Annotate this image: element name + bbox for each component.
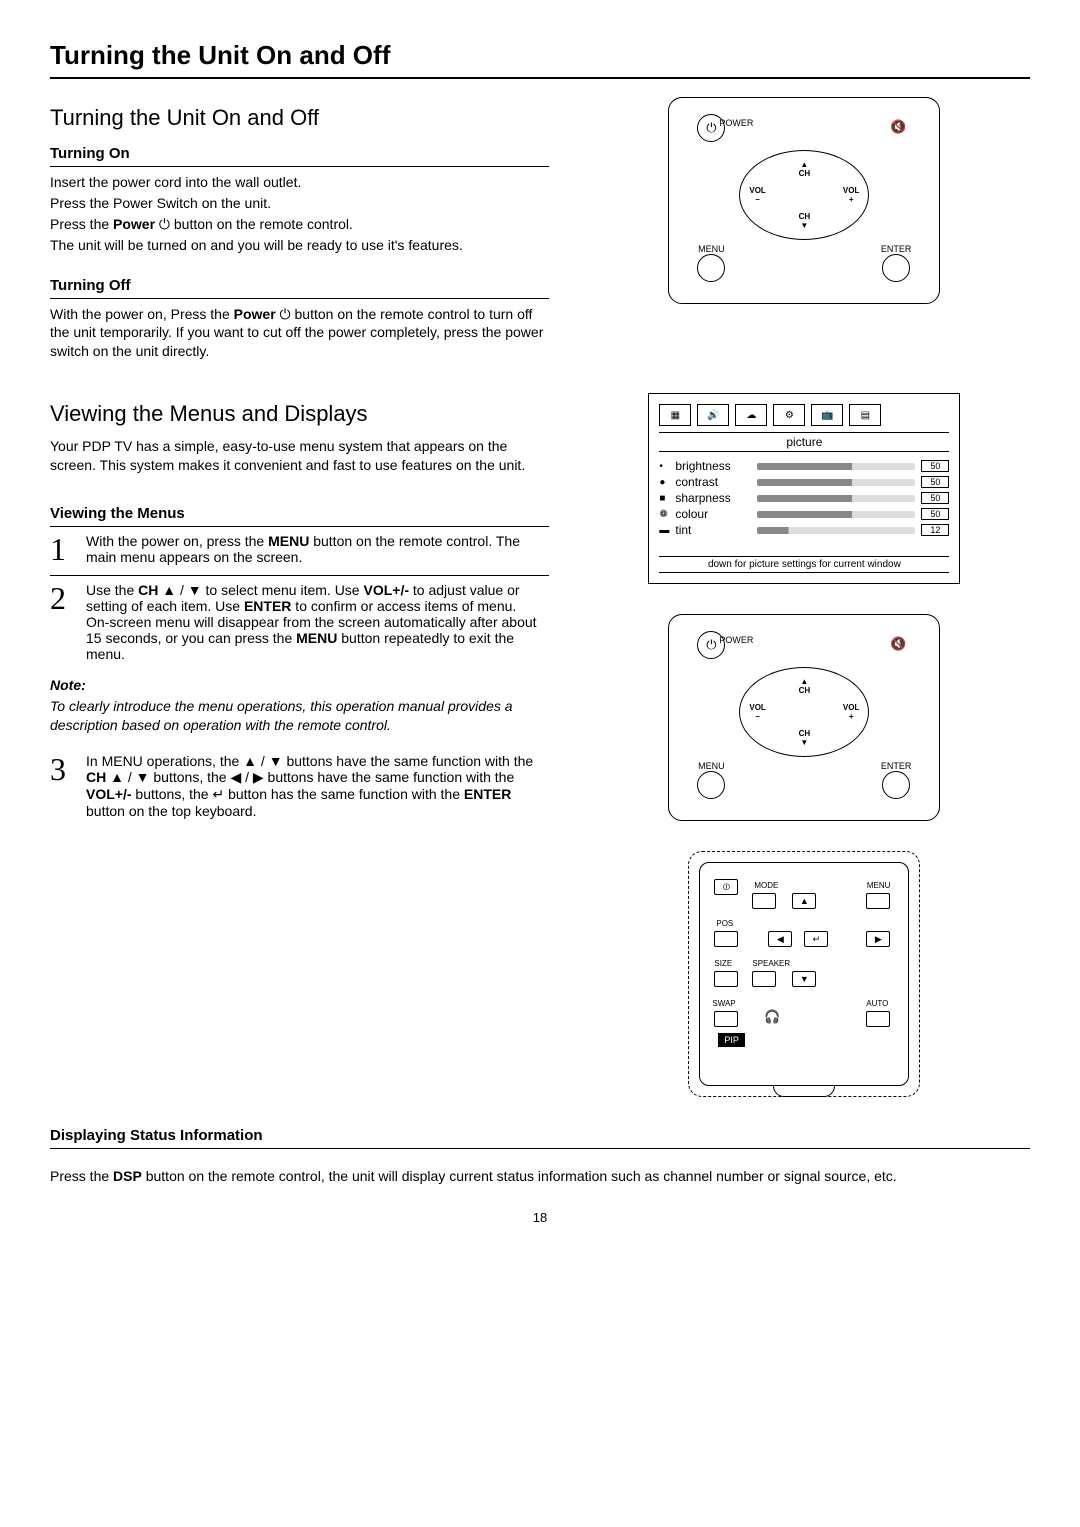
step-3: 3 In MENU operations, the ▲ / ▼ buttons … (50, 753, 549, 819)
note-body: To clearly introduce the menu operations… (50, 697, 549, 735)
kbd-pos-label: POS (716, 919, 733, 928)
osd-row: ❁colour50 (659, 506, 949, 522)
kbd-pip-label: PIP (718, 1033, 745, 1047)
enter-icon (882, 254, 910, 282)
top-keyboard-diagram: ⏼ MODE MENU ▲ POS ◀ ↵ ▶ SIZE SPEAKER (688, 851, 920, 1097)
osd-title: picture (659, 432, 949, 452)
turning-on-l2: Press the Power Switch on the unit. (50, 194, 549, 213)
section1-heading: Turning the Unit On and Off (50, 105, 549, 131)
power-label: POWER (719, 118, 753, 128)
kbd-btn (752, 893, 776, 909)
kbd-btn (714, 1011, 738, 1027)
osd-tab-icon: ☁ (735, 404, 767, 426)
kbd-btn (752, 971, 776, 987)
turning-off-title: Turning Off (50, 277, 549, 294)
turning-off-p1: With the power on, Press the Power ⏻ but… (50, 305, 549, 362)
turning-on-l4: The unit will be turned on and you will … (50, 236, 549, 255)
mute-icon: 🔇 (885, 114, 911, 140)
osd-tab-icon: 🔊 (697, 404, 729, 426)
remote-diagram: POWER ⏻ 🔇 ▲CH CH▼ VOL– VOL+ MENU ENTER (668, 614, 940, 821)
kbd-btn (866, 893, 890, 909)
dpad: ▲CH CH▼ VOL– VOL+ (739, 667, 869, 757)
menu-label: MENU (697, 761, 725, 771)
osd-tab-icon: ▤ (849, 404, 881, 426)
divider (50, 298, 549, 299)
step-2: 2 Use the CH ▲ / ▼ to select menu item. … (50, 582, 549, 662)
section2-intro: Your PDP TV has a simple, easy-to-use me… (50, 437, 549, 475)
headphone-icon: 🎧 (764, 1009, 780, 1025)
osd-row: ■sharpness50 (659, 490, 949, 506)
enter-label: ENTER (881, 244, 912, 254)
remote-diagram: POWER ⏻ 🔇 ▲CH CH▼ VOL– VOL+ MENU ENTER (668, 97, 940, 304)
kbd-up-icon: ▲ (792, 893, 816, 909)
kbd-menu-label: MENU (867, 881, 891, 890)
kbd-right-icon: ▶ (866, 931, 890, 947)
kbd-left-icon: ◀ (768, 931, 792, 947)
kbd-pwr-icon: ⏼ (714, 879, 738, 895)
kbd-size-label: SIZE (714, 959, 732, 968)
osd-tab-icon: ⚙ (773, 404, 805, 426)
status-title: Displaying Status Information (50, 1127, 1030, 1144)
section2-heading: Viewing the Menus and Displays (50, 401, 549, 427)
divider (50, 575, 549, 576)
kbd-btn (714, 931, 738, 947)
kbd-mode-label: MODE (754, 881, 778, 890)
note-heading: Note: (50, 676, 549, 695)
enter-icon (882, 771, 910, 799)
title-rule (50, 77, 1030, 79)
divider (50, 166, 549, 167)
page-title: Turning the Unit On and Off (50, 40, 1030, 71)
kbd-btn (866, 1011, 890, 1027)
kbd-down-icon: ▼ (792, 971, 816, 987)
menu-icon (697, 254, 725, 282)
turning-on-title: Turning On (50, 145, 549, 162)
step-1: 1 With the power on, press the MENU butt… (50, 533, 549, 565)
osd-row: ▬tint12 (659, 522, 949, 538)
power-label: POWER (719, 635, 753, 645)
dpad: ▲CH CH▼ VOL– VOL+ (739, 150, 869, 240)
mute-icon: 🔇 (885, 631, 911, 657)
kbd-speaker-label: SPEAKER (752, 959, 790, 968)
osd-row: •brightness50 (659, 458, 949, 474)
divider (50, 526, 549, 527)
kbd-auto-label: AUTO (866, 999, 888, 1008)
page-number: 18 (50, 1210, 1030, 1225)
osd-row: ●contrast50 (659, 474, 949, 490)
status-text: Press the DSP button on the remote contr… (50, 1167, 1030, 1186)
osd-tab-icon: ▦ (659, 404, 691, 426)
enter-label: ENTER (881, 761, 912, 771)
osd-menu: ▦ 🔊 ☁ ⚙ 📺 ▤ picture •brightness50 ●contr… (648, 393, 960, 584)
kbd-btn (714, 971, 738, 987)
osd-tabs: ▦ 🔊 ☁ ⚙ 📺 ▤ (659, 404, 949, 426)
turning-on-l1: Insert the power cord into the wall outl… (50, 173, 549, 192)
divider (50, 1148, 1030, 1149)
menu-icon (697, 771, 725, 799)
osd-hint: down for picture settings for current wi… (659, 556, 949, 573)
turning-on-l3: Press the Power ⏻ button on the remote c… (50, 215, 549, 234)
kbd-swap-label: SWAP (712, 999, 735, 1008)
viewing-menus-title: Viewing the Menus (50, 505, 549, 522)
kbd-enter-icon: ↵ (804, 931, 828, 947)
menu-label: MENU (697, 244, 725, 254)
osd-tab-icon: 📺 (811, 404, 843, 426)
